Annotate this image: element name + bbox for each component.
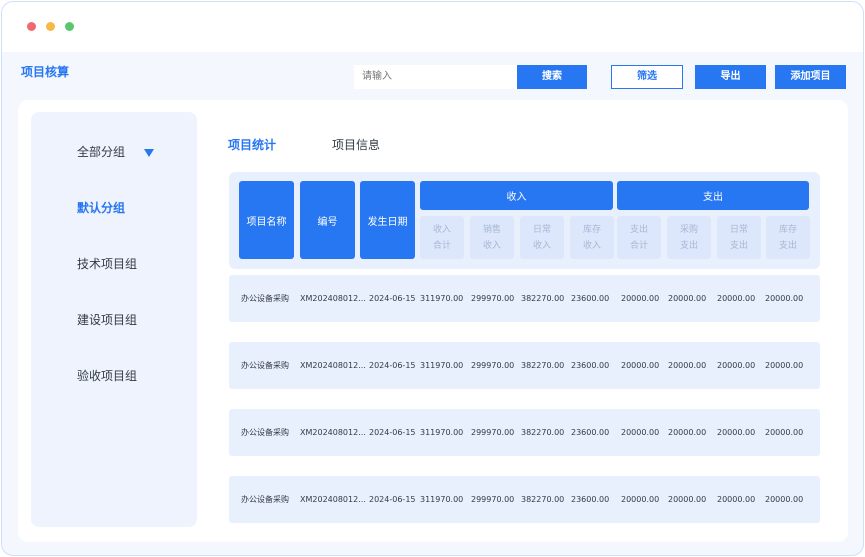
- cell-project-name: 办公设备采购: [241, 428, 289, 437]
- cell-income-total: 311970.00: [420, 294, 464, 303]
- header-daily-expense: 日常 支出: [717, 216, 761, 259]
- cell-daily-income: 382270.00: [521, 428, 565, 437]
- header-daily-income: 日常 收入: [520, 216, 564, 259]
- tab-project-stats[interactable]: 项目统计: [228, 136, 276, 153]
- cell-expense-total: 20000.00: [621, 294, 660, 303]
- cell-purchase-expense: 20000.00: [668, 294, 707, 303]
- cell-daily-expense: 20000.00: [717, 428, 756, 437]
- maximize-window-button[interactable]: [65, 22, 74, 31]
- app-title: 项目核算: [21, 65, 70, 79]
- header-code: 编号: [300, 181, 355, 259]
- tab-project-info[interactable]: 项目信息: [332, 136, 380, 153]
- cell-daily-expense: 20000.00: [717, 294, 756, 303]
- sidebar-item-build-group[interactable]: 建设项目组: [77, 311, 137, 328]
- cell-income-total: 311970.00: [420, 428, 464, 437]
- header-stock-expense: 库存 支出: [766, 216, 810, 259]
- cell-purchase-expense: 20000.00: [668, 428, 707, 437]
- window-titlebar: [2, 2, 863, 52]
- header-expense-total: 支出 合计: [617, 216, 661, 259]
- cell-date: 2024-06-15: [369, 294, 416, 303]
- header-purchase-expense: 采购 支出: [667, 216, 711, 259]
- cell-expense-total: 20000.00: [621, 495, 660, 504]
- cell-code: XM202408012...: [300, 428, 366, 437]
- table-row[interactable]: 办公设备采购 XM202408012... 2024-06-15 311970.…: [229, 409, 820, 456]
- cell-stock-expense: 20000.00: [765, 428, 804, 437]
- search-button[interactable]: 搜索: [517, 65, 587, 89]
- cell-sales-income: 299970.00: [471, 495, 515, 504]
- cell-purchase-expense: 20000.00: [668, 495, 707, 504]
- cell-code: XM202408012...: [300, 361, 366, 370]
- cell-purchase-expense: 20000.00: [668, 361, 707, 370]
- header-expense: 支出: [617, 181, 809, 210]
- cell-date: 2024-06-15: [369, 428, 416, 437]
- cell-daily-income: 382270.00: [521, 294, 565, 303]
- cell-project-name: 办公设备采购: [241, 361, 289, 370]
- cell-stock-expense: 20000.00: [765, 495, 804, 504]
- header-sales-income: 销售 收入: [470, 216, 514, 259]
- table-row[interactable]: 办公设备采购 XM202408012... 2024-06-15 311970.…: [229, 275, 820, 322]
- cell-stock-income: 23600.00: [571, 294, 610, 303]
- cell-project-name: 办公设备采购: [241, 495, 289, 504]
- header-project-name: 项目名称: [239, 181, 294, 259]
- triangle-down-icon[interactable]: [144, 149, 154, 157]
- minimize-window-button[interactable]: [46, 22, 55, 31]
- group-sidebar: 全部分组 默认分组 技术项目组 建设项目组 验收项目组: [31, 112, 197, 527]
- table-row[interactable]: 办公设备采购 XM202408012... 2024-06-15 311970.…: [229, 342, 820, 389]
- cell-stock-expense: 20000.00: [765, 361, 804, 370]
- cell-stock-income: 23600.00: [571, 495, 610, 504]
- cell-code: XM202408012...: [300, 294, 366, 303]
- header-income: 收入: [420, 181, 613, 210]
- export-button[interactable]: 导出: [695, 65, 766, 89]
- search-input[interactable]: [354, 65, 517, 89]
- header-stock-income: 库存 收入: [570, 216, 614, 259]
- cell-daily-income: 382270.00: [521, 361, 565, 370]
- cell-daily-expense: 20000.00: [717, 495, 756, 504]
- cell-income-total: 311970.00: [420, 361, 464, 370]
- cell-date: 2024-06-15: [369, 361, 416, 370]
- cell-sales-income: 299970.00: [471, 428, 515, 437]
- sidebar-item-all-groups[interactable]: 全部分组: [77, 143, 125, 160]
- cell-daily-expense: 20000.00: [717, 361, 756, 370]
- cell-sales-income: 299970.00: [471, 361, 515, 370]
- table-row[interactable]: 办公设备采购 XM202408012... 2024-06-15 311970.…: [229, 476, 820, 523]
- header-income-total: 收入 合计: [420, 216, 464, 259]
- close-window-button[interactable]: [27, 22, 36, 31]
- cell-income-total: 311970.00: [420, 495, 464, 504]
- cell-stock-expense: 20000.00: [765, 294, 804, 303]
- cell-stock-income: 23600.00: [571, 428, 610, 437]
- cell-code: XM202408012...: [300, 495, 366, 504]
- filter-button[interactable]: 筛选: [611, 65, 683, 89]
- header-date: 发生日期: [360, 181, 415, 259]
- sidebar-item-default-group[interactable]: 默认分组: [77, 199, 125, 216]
- cell-expense-total: 20000.00: [621, 361, 660, 370]
- cell-sales-income: 299970.00: [471, 294, 515, 303]
- add-project-button[interactable]: 添加项目: [775, 65, 846, 89]
- cell-project-name: 办公设备采购: [241, 294, 289, 303]
- app-window: 项目核算 搜索 筛选 导出 添加项目 全部分组 默认分组 技术项目组 建设项目组…: [1, 1, 864, 556]
- cell-stock-income: 23600.00: [571, 361, 610, 370]
- sidebar-item-tech-group[interactable]: 技术项目组: [77, 255, 137, 272]
- cell-date: 2024-06-15: [369, 495, 416, 504]
- cell-expense-total: 20000.00: [621, 428, 660, 437]
- cell-daily-income: 382270.00: [521, 495, 565, 504]
- sidebar-item-accept-group[interactable]: 验收项目组: [77, 367, 137, 384]
